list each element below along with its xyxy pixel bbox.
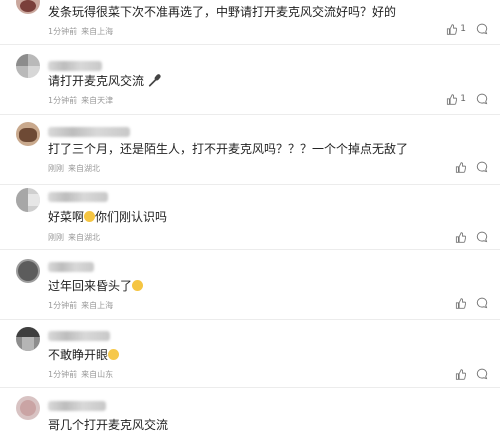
comment-icon[interactable] — [476, 231, 488, 243]
like-button[interactable] — [455, 368, 466, 380]
comment-time: 1分钟前 — [48, 370, 78, 379]
like-button[interactable]: 1 — [446, 23, 466, 35]
comment-item: 哥几个打开麦克风交流 — [0, 387, 500, 440]
comment-location: 来自湖北 — [68, 164, 100, 173]
username[interactable] — [48, 61, 102, 71]
comment-icon[interactable] — [476, 93, 488, 105]
thumbs-up-icon — [455, 368, 466, 380]
comment-item: 请打开麦克风交流 1分钟前 来自天津 1 — [0, 44, 500, 114]
comment-text-main: 过年回来昏头了 — [48, 279, 133, 293]
avatar[interactable] — [16, 54, 40, 78]
username[interactable] — [48, 262, 94, 272]
comment-item: 打了三个月，还是陌生人，打不开麦克风吗？？？一个个掉点无敌了 刚刚 来自湖北 — [0, 114, 500, 184]
comment-icon[interactable] — [476, 161, 488, 173]
username[interactable] — [48, 401, 106, 411]
avatar[interactable] — [16, 327, 40, 351]
like-button[interactable] — [455, 231, 466, 243]
like-count: 1 — [460, 24, 466, 34]
comment-text-main: 请打开麦克风交流 — [48, 74, 145, 88]
username[interactable] — [48, 192, 108, 202]
avatar[interactable] — [16, 0, 40, 14]
comment-location: 来自上海 — [81, 301, 114, 310]
comment-meta: 刚刚 来自湖北 — [48, 163, 100, 174]
like-count: 1 — [460, 94, 466, 104]
comment-actions — [455, 231, 488, 243]
comment-meta: 1分钟前 来自上海 — [48, 26, 113, 37]
comment-meta: 1分钟前 来自天津 — [48, 95, 113, 106]
comment-time: 刚刚 — [48, 233, 64, 242]
comment-text: 好菜啊 你们刚认识吗 — [48, 209, 167, 225]
smiley-emoji — [132, 280, 144, 291]
username[interactable] — [48, 127, 130, 137]
avatar[interactable] — [16, 259, 40, 283]
comment-time: 1分钟前 — [48, 27, 78, 36]
like-button[interactable]: 1 — [446, 93, 466, 105]
comment-text: 不敢睁开眼 — [48, 347, 120, 363]
comment-text-main: 好菜啊 — [48, 210, 85, 224]
avatar[interactable] — [16, 188, 40, 212]
comment-text: 打了三个月，还是陌生人，打不开麦克风吗？？？一个个掉点无敌了 — [48, 142, 409, 156]
comment-text-tail: 你们刚认识吗 — [95, 210, 168, 224]
comment-actions — [455, 368, 488, 380]
comment-icon[interactable] — [476, 368, 488, 380]
thumbs-up-icon — [455, 297, 466, 309]
thumbs-up-icon — [455, 161, 466, 173]
comment-item: 过年回来昏头了 1分钟前 来自上海 — [0, 249, 500, 319]
avatar[interactable] — [16, 396, 40, 420]
username[interactable] — [48, 331, 110, 341]
comment-location: 来自湖北 — [68, 233, 100, 242]
microphone-icon — [148, 74, 161, 87]
comment-actions: 1 — [446, 23, 488, 35]
comment-meta: 1分钟前 来自山东 — [48, 369, 113, 380]
comment-time: 刚刚 — [48, 164, 64, 173]
comment-actions — [455, 297, 488, 309]
comment-text: 发条玩得很菜下次不准再选了，中野请打开麦克风交流好吗？好的 — [48, 5, 397, 19]
comment-text: 哥几个打开麦克风交流 — [48, 418, 169, 432]
comment-location: 来自山东 — [81, 370, 114, 379]
thumbs-up-icon — [447, 23, 458, 35]
comment-item: 好菜啊 你们刚认识吗 刚刚 来自湖北 — [0, 184, 500, 248]
comment-text-main: 不敢睁开眼 — [48, 348, 109, 362]
comment-icon[interactable] — [476, 297, 488, 309]
like-button[interactable] — [455, 161, 466, 173]
avatar[interactable] — [16, 122, 40, 146]
thumbs-up-icon — [455, 231, 466, 243]
comment-item: 发条玩得很菜下次不准再选了，中野请打开麦克风交流好吗？好的 1分钟前 来自上海 1 — [0, 0, 500, 42]
comment-location: 来自上海 — [81, 27, 114, 36]
smiley-emoji — [108, 349, 120, 360]
comment-text: 过年回来昏头了 — [48, 278, 144, 294]
comment-icon[interactable] — [476, 23, 488, 35]
smiley-emoji — [84, 211, 96, 222]
comment-actions — [455, 161, 488, 173]
like-button[interactable] — [455, 297, 466, 309]
comment-text: 请打开麦克风交流 — [48, 73, 162, 89]
comment-item: 不敢睁开眼 1分钟前 来自山东 — [0, 319, 500, 385]
comment-meta: 刚刚 来自湖北 — [48, 232, 100, 243]
comment-meta: 1分钟前 来自上海 — [48, 300, 113, 311]
comment-time: 1分钟前 — [48, 96, 78, 105]
comment-actions: 1 — [446, 93, 488, 105]
comment-location: 来自天津 — [81, 96, 114, 105]
thumbs-up-icon — [447, 93, 458, 105]
comment-time: 1分钟前 — [48, 301, 78, 310]
